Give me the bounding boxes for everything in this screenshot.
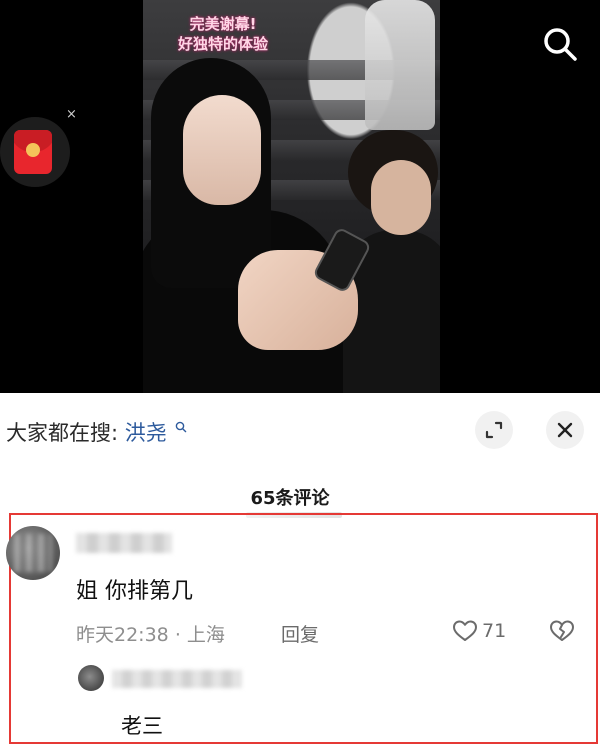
background-person xyxy=(365,0,435,130)
username-redacted[interactable] xyxy=(76,533,172,553)
video-caption-line1: 完美谢幕! xyxy=(189,15,257,33)
seated-woman-face xyxy=(371,160,431,235)
close-button[interactable] xyxy=(546,411,584,449)
red-envelope-close-icon[interactable]: × xyxy=(66,108,77,121)
reply-button[interactable]: 回复 xyxy=(281,620,319,647)
expand-icon xyxy=(485,421,503,439)
comment-sheet: 大家都在搜: 洪尧 65条评论 姐 你排第几 昨天22:38 · 上海 回复 7… xyxy=(0,393,600,751)
reply-username-redacted[interactable] xyxy=(112,670,242,688)
comment-text: 姐 你排第几 xyxy=(76,579,193,604)
like-button[interactable]: 71 xyxy=(452,618,506,644)
reply-text: 老三 xyxy=(121,714,163,738)
comment-time: 昨天22:38 xyxy=(76,624,169,646)
video-caption: 完美谢幕! 好独特的体验 xyxy=(143,14,303,54)
broken-heart-icon xyxy=(550,620,574,641)
like-count: 71 xyxy=(482,620,507,642)
comments-count: 65条评论 xyxy=(250,488,330,509)
search-suggestion-term[interactable]: 洪尧 xyxy=(125,421,167,445)
dislike-button[interactable] xyxy=(549,619,575,647)
video-frame xyxy=(143,0,440,393)
search-icon[interactable] xyxy=(540,24,580,64)
heart-icon xyxy=(453,620,477,641)
expand-button[interactable] xyxy=(475,411,513,449)
video-player[interactable]: 完美谢幕! 好独特的体验 × xyxy=(0,0,600,393)
reply-avatar[interactable] xyxy=(78,665,104,691)
meta-separator: · xyxy=(174,624,187,646)
main-woman-face xyxy=(183,95,261,205)
search-suggestion-icon xyxy=(175,414,187,438)
avatar[interactable] xyxy=(6,526,60,580)
video-caption-line2: 好独特的体验 xyxy=(177,35,268,53)
comment-meta: 昨天22:38 · 上海 xyxy=(76,620,225,647)
comment-location: 上海 xyxy=(186,624,225,646)
red-envelope-icon xyxy=(14,130,52,174)
search-suggestion-prefix: 大家都在搜: xyxy=(6,421,119,445)
search-suggestion[interactable]: 大家都在搜: 洪尧 xyxy=(6,414,187,447)
red-envelope-button[interactable] xyxy=(0,117,70,187)
close-icon xyxy=(557,422,573,438)
